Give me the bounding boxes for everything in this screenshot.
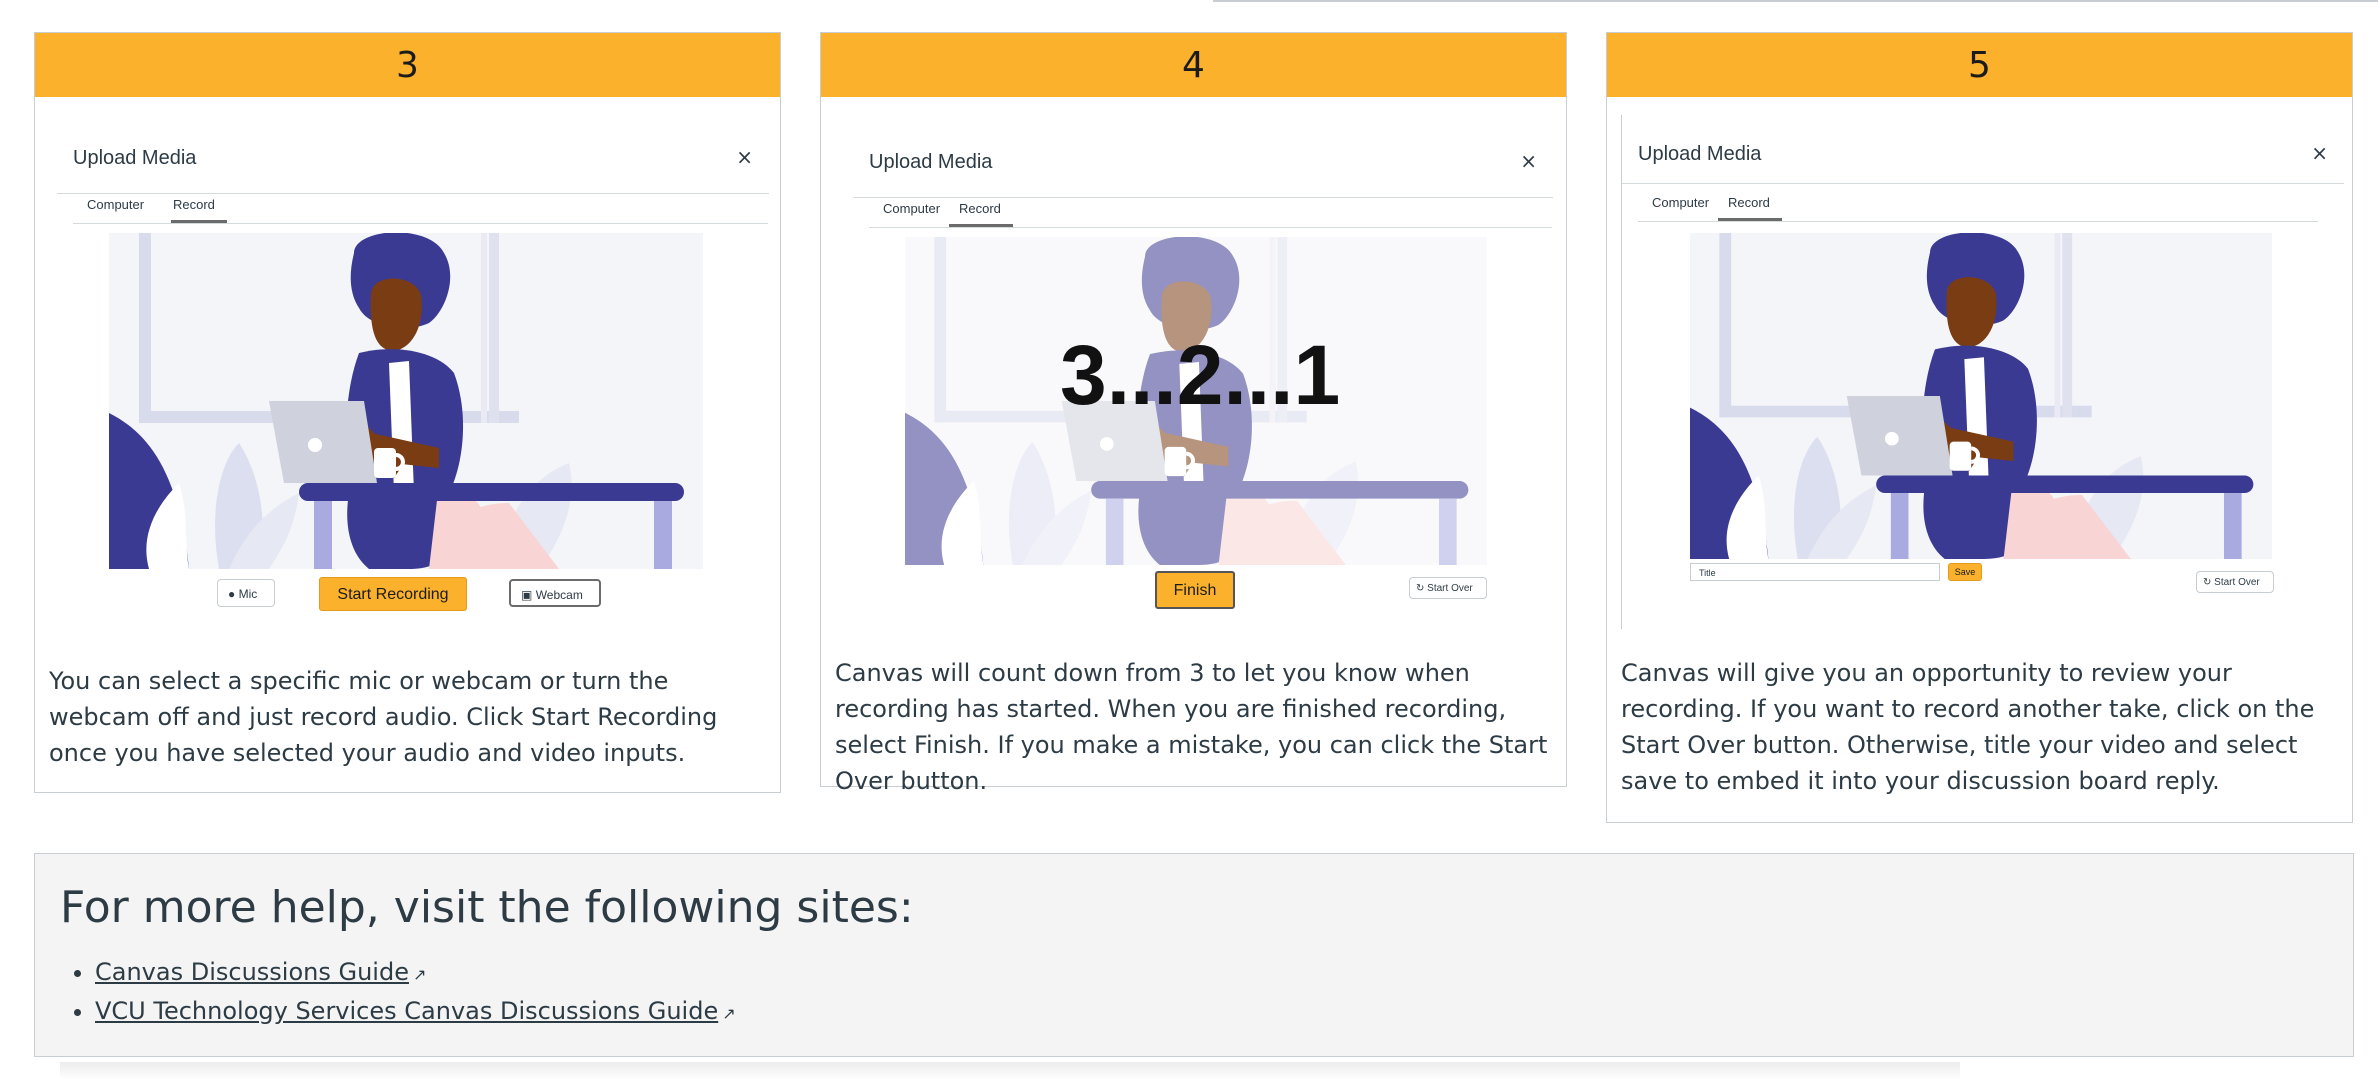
webcam-label: Webcam <box>535 588 583 602</box>
modal-title: Upload Media <box>73 147 197 169</box>
recording-controls: ● Mic Start Recording ▣ Webcam <box>57 575 769 625</box>
mic-button[interactable]: ● Mic <box>217 579 275 607</box>
webcam-button[interactable]: ▣ Webcam <box>509 579 601 607</box>
step-description: Canvas will give you an opportunity to r… <box>1621 659 2315 795</box>
webcam-preview: 3...2...1 <box>905 237 1487 565</box>
page-shadow <box>60 1062 1960 1080</box>
step-number: 5 <box>1607 33 2352 97</box>
tab-computer[interactable]: Computer <box>87 197 144 212</box>
step-number: 4 <box>821 33 1566 97</box>
external-link-icon: ↗ <box>722 1004 736 1023</box>
tab-record[interactable]: Record <box>949 201 1013 227</box>
step-description: You can select a specific mic or webcam … <box>49 667 718 767</box>
save-button[interactable]: Save <box>1948 563 1982 581</box>
upload-media-modal: Upload Media × Computer Record Title Sav… <box>1621 115 2344 629</box>
start-over-label: Start Over <box>2214 577 2260 588</box>
step-card-3: 3 Upload Media × Computer Record ● Mic S… <box>34 32 781 793</box>
vcu-canvas-discussions-guide-link[interactable]: VCU Technology Services Canvas Discussio… <box>95 997 718 1025</box>
external-link-icon: ↗ <box>412 965 427 984</box>
modal-title: Upload Media <box>1638 143 1762 165</box>
recording-controls: Finish ↻ Start Over <box>853 567 1553 617</box>
modal-header: Upload Media × <box>57 121 769 194</box>
step-card-4: 4 Upload Media × Computer Record 3...2..… <box>820 32 1567 795</box>
start-over-button[interactable]: ↻ Start Over <box>1409 577 1487 599</box>
tab-computer[interactable]: Computer <box>1652 195 1709 210</box>
list-item: VCU Technology Services Canvas Discussio… <box>95 993 736 1032</box>
mic-icon: ● <box>228 587 236 601</box>
modal-header: Upload Media × <box>853 125 1553 198</box>
modal-header: Upload Media × <box>1622 115 2344 184</box>
start-over-icon: ↻ <box>1416 583 1425 594</box>
list-item: Canvas Discussions Guide↗ <box>95 954 736 993</box>
modal-title: Upload Media <box>869 151 993 173</box>
start-over-label: Start Over <box>1427 583 1473 594</box>
tab-computer[interactable]: Computer <box>883 201 940 216</box>
start-over-icon: ↻ <box>2203 577 2212 588</box>
review-controls: Title Save ↻ Start Over <box>1622 561 2344 611</box>
step-description: Canvas will count down from 3 to let you… <box>835 659 1548 795</box>
tab-bar: Computer Record <box>869 197 1552 228</box>
start-recording-button[interactable]: Start Recording <box>319 577 467 611</box>
tab-bar: Computer Record <box>73 193 768 224</box>
upload-media-modal: Upload Media × Computer Record ● Mic Sta… <box>57 121 769 676</box>
countdown-text: 3...2...1 <box>1060 328 1341 422</box>
canvas-discussions-guide-link[interactable]: Canvas Discussions Guide <box>95 958 409 986</box>
start-over-button[interactable]: ↻ Start Over <box>2196 571 2274 593</box>
finish-button[interactable]: Finish <box>1155 571 1235 609</box>
step-number: 3 <box>35 33 780 97</box>
help-heading: For more help, visit the following sites… <box>60 882 914 933</box>
top-divider <box>1213 0 2378 2</box>
video-review <box>1690 233 2272 559</box>
mic-label: Mic <box>238 587 258 601</box>
upload-media-modal: Upload Media × Computer Record 3...2...1… <box>853 125 1553 680</box>
step-card-5: 5 Upload Media × Computer Record Title S… <box>1606 32 2353 823</box>
close-icon[interactable]: × <box>1520 149 1537 173</box>
help-links: Canvas Discussions Guide↗ VCU Technology… <box>65 954 736 1032</box>
tab-bar: Computer Record <box>1638 191 2318 222</box>
help-panel: For more help, visit the following sites… <box>34 853 2354 1057</box>
title-input[interactable]: Title <box>1690 563 1940 581</box>
webcam-icon: ▣ <box>521 588 533 602</box>
close-icon[interactable]: × <box>736 145 753 169</box>
close-icon[interactable]: × <box>2311 141 2328 165</box>
webcam-preview <box>109 233 703 569</box>
tab-record[interactable]: Record <box>171 197 227 223</box>
tab-record[interactable]: Record <box>1718 195 1782 221</box>
